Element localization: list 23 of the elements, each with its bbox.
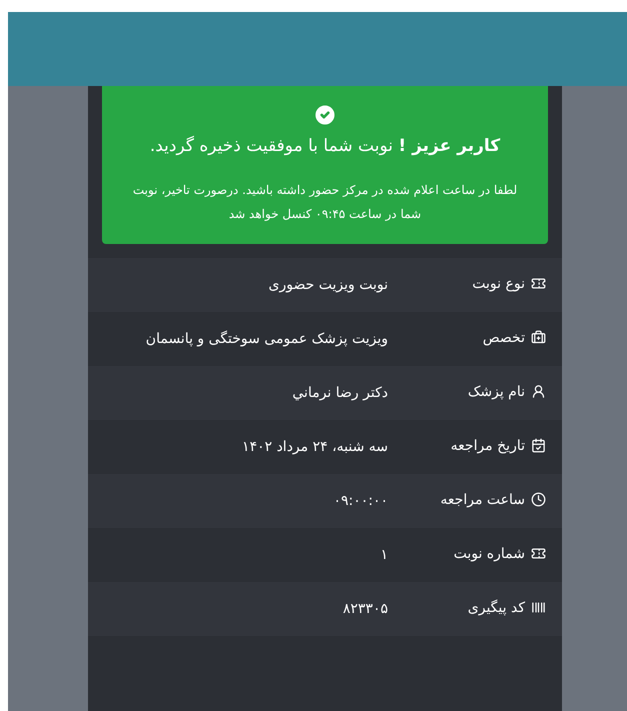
detail-label: شماره نوبت [454, 544, 525, 564]
detail-label: ساعت مراجعه [440, 490, 525, 510]
detail-value: سه شنبه، ۲۴ مرداد ۱۴۰۲ [241, 438, 388, 456]
detail-value: ۱ [379, 546, 388, 564]
detail-label: کد پیگیری [468, 598, 525, 618]
ticket-icon [531, 276, 546, 291]
alert-message: لطفا در ساعت اعلام شده در مرکز حضور داشته باشید. درصورت تاخیر، نوبت شما در ساعت ۰۹:۴۵ کنسل خواهد شد [132, 182, 518, 223]
ticket-icon [531, 546, 546, 561]
detail-value: نوبت ویزیت حضوری [268, 276, 388, 294]
detail-value: دکتر رضا نرماني [291, 384, 388, 402]
detail-value: ویزیت پزشک عمومی سوختگی و پانسمان [144, 330, 388, 348]
detail-value: ۰۹:۰۰:۰۰ [332, 492, 388, 510]
clock-icon [531, 492, 546, 507]
detail-label: تخصص [482, 328, 525, 348]
person-icon [531, 384, 546, 399]
medical-kit-icon [531, 330, 546, 345]
barcode-icon [531, 600, 546, 615]
detail-value: ۸۲۳۳۰۵ [342, 600, 388, 618]
calendar-check-icon [531, 438, 546, 453]
alert-title: کاربر عزیز ! نوبت شما با موفقیت ذخیره گردید. [150, 134, 500, 158]
detail-label: نام پزشک [468, 382, 525, 402]
detail-label: نوع نوبت [472, 274, 525, 294]
detail-label: تاریخ مراجعه [450, 436, 525, 456]
